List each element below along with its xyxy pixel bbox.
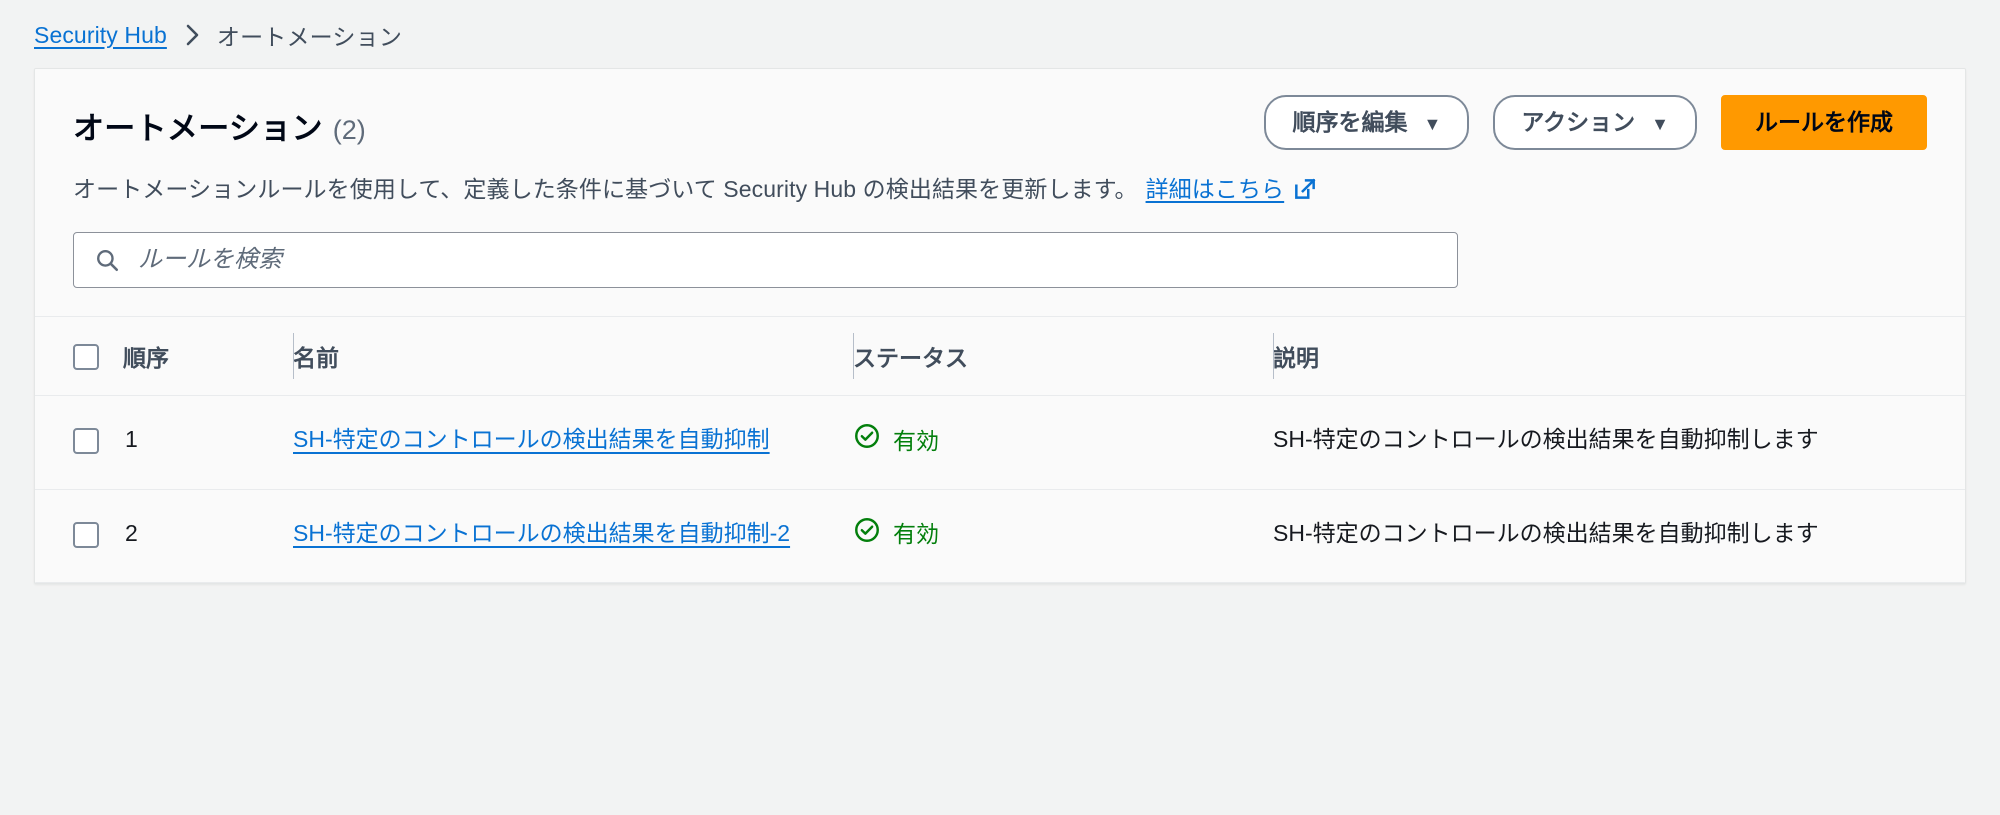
create-rule-button[interactable]: ルールを作成 [1721, 95, 1927, 150]
column-header-description[interactable]: 説明 [1273, 316, 1965, 396]
select-all-checkbox[interactable] [73, 343, 99, 370]
table-body: 1 SH-特定のコントロールの検出結果を自動抑制 有効 SH-特定のコントロール… [35, 395, 1965, 584]
column-header-status[interactable]: ステータス [853, 316, 1273, 396]
rule-name-link[interactable]: SH-特定のコントロールの検出結果を自動抑制-2 [293, 520, 790, 546]
status-badge: 有効 [853, 422, 939, 461]
column-header-name[interactable]: 名前 [293, 316, 853, 396]
check-circle-icon [853, 422, 881, 461]
row-name-cell: SH-特定のコントロールの検出結果を自動抑制-2 [293, 489, 853, 584]
row-order-cell: 1 [123, 395, 293, 490]
row-checkbox[interactable] [73, 427, 99, 454]
card-description-text: オートメーションルールを使用して、定義した条件に基づいて Security Hu… [73, 176, 1138, 202]
page-title-count: (2) [332, 115, 366, 145]
search-box[interactable] [73, 232, 1458, 288]
status-badge: 有効 [853, 516, 939, 555]
automation-card: オートメーション (2) 順序を編集 ▼ アクション ▼ ルールを作成 オートメ… [34, 68, 1966, 585]
page-title-wrap: オートメーション (2) [73, 95, 366, 148]
row-select-cell [35, 395, 123, 490]
header-actions: 順序を編集 ▼ アクション ▼ ルールを作成 [1264, 95, 1927, 150]
page-title: オートメーション [73, 111, 323, 146]
edit-order-label: 順序を編集 [1292, 109, 1408, 135]
column-header-order[interactable]: 順序 [123, 316, 293, 396]
row-order-cell: 2 [123, 489, 293, 584]
header-top-row: オートメーション (2) 順序を編集 ▼ アクション ▼ ルールを作成 [73, 95, 1927, 150]
chevron-right-icon [183, 21, 203, 49]
rule-name-link[interactable]: SH-特定のコントロールの検出結果を自動抑制 [293, 426, 770, 452]
row-description-cell: SH-特定のコントロールの検出結果を自動抑制します [1273, 395, 1965, 490]
rules-table: 順序 名前 ステータス 説明 1 SH-特定のコントロールの検出結果を自動抑制 [35, 316, 1965, 584]
status-label: 有効 [893, 521, 939, 548]
row-name-cell: SH-特定のコントロールの検出結果を自動抑制 [293, 395, 853, 490]
breadcrumb: Security Hub オートメーション [0, 0, 2000, 51]
row-order-value: 2 [125, 519, 138, 546]
chevron-down-icon: ▼ [1423, 113, 1442, 134]
row-select-cell [35, 489, 123, 584]
breadcrumb-current: オートメーション [216, 24, 403, 50]
column-header-select [35, 316, 123, 396]
chevron-down-icon: ▼ [1651, 113, 1669, 134]
table-row: 2 SH-特定のコントロールの検出結果を自動抑制-2 有効 SH-特定のコントロ… [35, 489, 1965, 584]
row-status-cell: 有効 [853, 395, 1273, 490]
actions-button[interactable]: アクション ▼ [1493, 95, 1697, 150]
learn-more-link[interactable]: 詳細はこちら [1146, 170, 1285, 204]
row-order-value: 1 [125, 426, 138, 452]
row-status-cell: 有効 [853, 489, 1273, 584]
external-link-icon[interactable] [1292, 176, 1318, 202]
edit-order-button[interactable]: 順序を編集 ▼ [1264, 95, 1470, 150]
check-circle-icon [853, 516, 881, 555]
search-area [73, 232, 1927, 316]
search-input[interactable] [136, 232, 1437, 288]
actions-label: アクション [1521, 109, 1636, 135]
table-row: 1 SH-特定のコントロールの検出結果を自動抑制 有効 SH-特定のコントロール… [35, 395, 1965, 490]
breadcrumb-link-security-hub[interactable]: Security Hub [34, 22, 167, 49]
search-icon [94, 247, 120, 273]
table-header: 順序 名前 ステータス 説明 [35, 316, 1965, 396]
card-header: オートメーション (2) 順序を編集 ▼ アクション ▼ ルールを作成 オートメ… [35, 69, 1965, 204]
card-description: オートメーションルールを使用して、定義した条件に基づいて Security Hu… [73, 170, 1927, 204]
status-label: 有効 [893, 427, 939, 454]
table-header-row: 順序 名前 ステータス 説明 [35, 316, 1965, 396]
row-description-cell: SH-特定のコントロールの検出結果を自動抑制します [1273, 489, 1965, 584]
row-checkbox[interactable] [73, 521, 99, 548]
